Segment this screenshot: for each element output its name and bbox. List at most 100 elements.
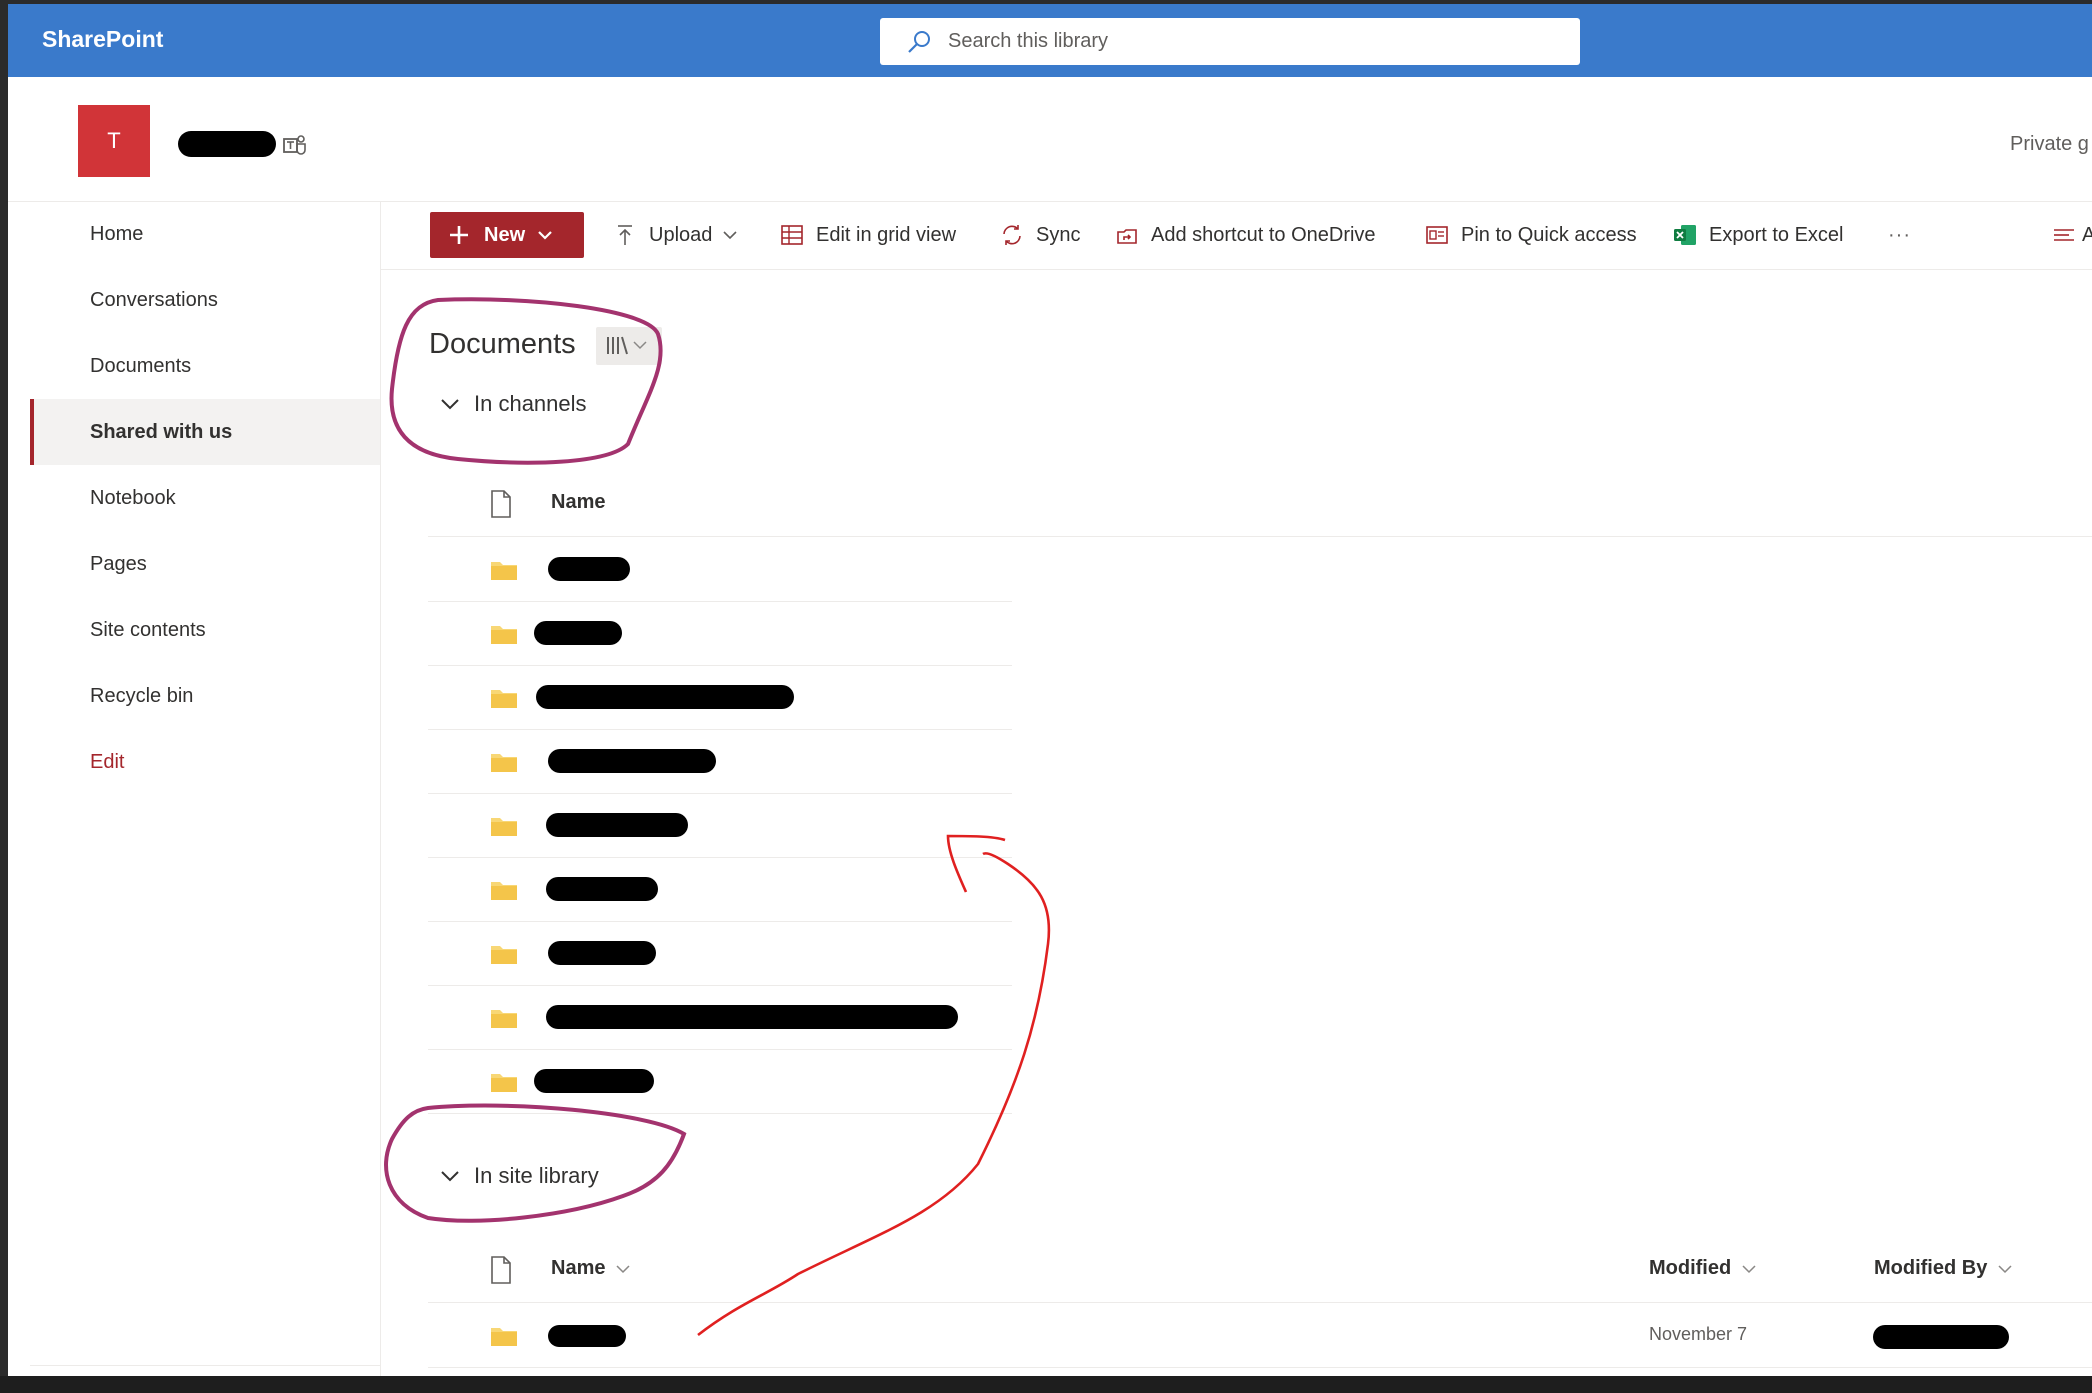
edit-in-grid-view-label: Edit in grid view bbox=[816, 223, 957, 246]
left-nav: Home Conversations Documents Shared with… bbox=[30, 201, 381, 1376]
search-box[interactable]: Search this library bbox=[880, 18, 1580, 65]
folder-icon bbox=[491, 1074, 517, 1092]
redacted-name bbox=[534, 621, 622, 645]
column-name-label: Name bbox=[551, 1257, 606, 1279]
chevron-down-icon bbox=[616, 1264, 631, 1273]
table-row[interactable] bbox=[428, 537, 1012, 602]
shortcut-icon bbox=[1117, 229, 1137, 244]
folder-icon bbox=[491, 562, 517, 580]
chevron-down-icon bbox=[441, 399, 459, 410]
export-to-excel-button[interactable]: Export to Excel bbox=[1673, 215, 1844, 255]
view-options-label: A bbox=[2082, 223, 2092, 246]
nav-item-label: Conversations bbox=[90, 288, 218, 311]
nav-item-label: Shared with us bbox=[90, 420, 233, 443]
nav-item-recycle-bin[interactable]: Recycle bin bbox=[30, 663, 380, 729]
nav-item-notebook[interactable]: Notebook bbox=[30, 465, 380, 531]
pin-to-quick-access-label: Pin to Quick access bbox=[1461, 223, 1637, 246]
nav-item-label: Home bbox=[90, 222, 144, 245]
chevron-down-icon bbox=[1742, 1264, 1756, 1273]
sharepoint-brand[interactable]: SharePoint bbox=[42, 26, 163, 53]
table-row[interactable] bbox=[428, 857, 1012, 922]
redacted-name bbox=[536, 685, 794, 709]
group-header-in-channels[interactable]: In channels bbox=[440, 391, 587, 417]
folder-icon bbox=[491, 1010, 517, 1028]
folder-icon bbox=[491, 626, 517, 644]
nav-item-label: Pages bbox=[90, 552, 147, 575]
nav-item-site-contents[interactable]: Site contents bbox=[30, 597, 380, 663]
column-modified-by-label: Modified By bbox=[1874, 1257, 1988, 1279]
sync-label: Sync bbox=[1036, 223, 1081, 246]
view-options-icon bbox=[2054, 229, 2074, 241]
upload-label: Upload bbox=[649, 223, 713, 246]
column-modified[interactable]: Modified bbox=[1649, 1257, 1757, 1280]
redacted-name bbox=[546, 877, 658, 901]
folder-icon bbox=[491, 1328, 517, 1346]
redacted-name bbox=[548, 1325, 626, 1347]
nav-item-pages[interactable]: Pages bbox=[30, 531, 380, 597]
new-button[interactable]: New bbox=[430, 212, 584, 258]
sync-icon bbox=[1003, 225, 1021, 245]
redacted-name bbox=[534, 1069, 654, 1093]
chevron-down-icon bbox=[1998, 1264, 2012, 1273]
view-options-button[interactable]: A bbox=[2052, 215, 2092, 255]
privacy-label: Private g bbox=[2010, 133, 2089, 155]
group-label: In site library bbox=[474, 1163, 599, 1188]
table-row[interactable] bbox=[428, 921, 1012, 986]
add-shortcut-button[interactable]: Add shortcut to OneDrive bbox=[1115, 215, 1376, 255]
site-header: T Private g bbox=[8, 77, 2092, 202]
search-placeholder[interactable]: Search this library bbox=[948, 30, 1108, 53]
table-row[interactable] bbox=[428, 985, 1012, 1050]
library-title: Documents bbox=[429, 328, 576, 360]
chevron-down-icon bbox=[723, 231, 737, 240]
export-to-excel-label: Export to Excel bbox=[1709, 223, 1844, 246]
chevron-down-icon bbox=[538, 231, 552, 240]
more-icon: ··· bbox=[1888, 223, 1911, 246]
table-row[interactable]: November 7 bbox=[428, 1303, 2092, 1368]
nav-item-label: Documents bbox=[90, 354, 192, 377]
more-actions-button[interactable]: ··· bbox=[1888, 215, 1911, 255]
pin-to-quick-access-button[interactable]: Pin to Quick access bbox=[1425, 215, 1637, 255]
folder-icon bbox=[491, 690, 517, 708]
file-type-icon bbox=[491, 1256, 511, 1284]
plus-icon bbox=[450, 226, 468, 244]
nav-item-home[interactable]: Home bbox=[30, 201, 380, 267]
teams-icon[interactable] bbox=[282, 132, 308, 158]
table-row[interactable] bbox=[428, 665, 1012, 730]
pin-icon bbox=[1426, 226, 1448, 244]
column-header-row: Name Modified Modified By bbox=[428, 1238, 2092, 1303]
folder-icon bbox=[491, 818, 517, 836]
redacted-name bbox=[546, 813, 688, 837]
nav-edit-link[interactable]: Edit bbox=[30, 729, 380, 795]
redacted-modified-by bbox=[1873, 1325, 2009, 1349]
table-row[interactable] bbox=[428, 729, 1012, 794]
nav-item-shared-with-us[interactable]: Shared with us bbox=[30, 399, 380, 465]
nav-item-label: Recycle bin bbox=[90, 684, 194, 707]
browser-page: SharePoint Search this library T Private… bbox=[8, 4, 2092, 1376]
redacted-name bbox=[548, 749, 716, 773]
column-name[interactable]: Name bbox=[551, 1257, 631, 1280]
view-switcher[interactable] bbox=[596, 327, 662, 365]
excel-icon bbox=[1674, 225, 1696, 245]
nav-item-label: Site contents bbox=[90, 618, 206, 641]
nav-item-documents[interactable]: Documents bbox=[30, 333, 380, 399]
upload-button[interactable]: Upload bbox=[613, 215, 738, 255]
new-button-label: New bbox=[484, 223, 526, 246]
column-modified-by[interactable]: Modified By bbox=[1874, 1257, 2013, 1280]
column-name[interactable]: Name bbox=[551, 491, 605, 514]
nav-divider bbox=[30, 1365, 380, 1366]
site-logo[interactable]: T bbox=[78, 105, 150, 177]
group-header-in-site-library[interactable]: In site library bbox=[440, 1163, 599, 1189]
command-bar: New Upload Edit in grid view Sync Add sh… bbox=[380, 201, 2092, 270]
table-row[interactable] bbox=[428, 601, 1012, 666]
upload-icon bbox=[618, 225, 632, 245]
file-type-icon bbox=[491, 490, 511, 518]
nav-item-conversations[interactable]: Conversations bbox=[30, 267, 380, 333]
sync-button[interactable]: Sync bbox=[1000, 215, 1080, 255]
table-row[interactable] bbox=[428, 793, 1012, 858]
library-content: Documents In channels Name In site libra… bbox=[380, 269, 2092, 1376]
window-edge bbox=[0, 1376, 2092, 1393]
edit-in-grid-view-button[interactable]: Edit in grid view bbox=[780, 215, 956, 255]
group-label: In channels bbox=[474, 391, 587, 416]
folder-icon bbox=[491, 754, 517, 772]
table-row[interactable] bbox=[428, 1049, 1012, 1114]
